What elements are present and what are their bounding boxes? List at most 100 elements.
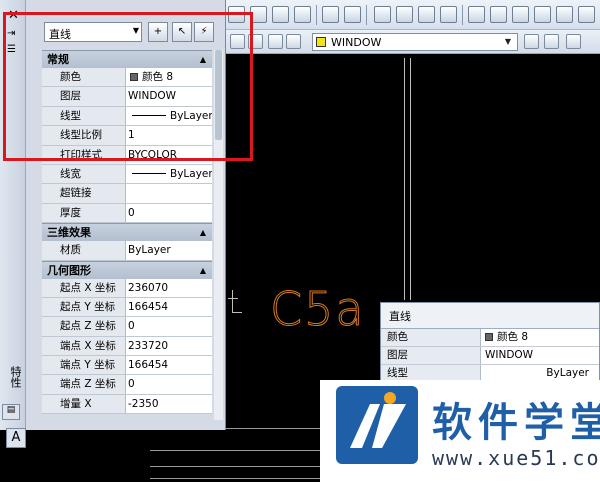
collapse-icon[interactable]: ▲ bbox=[200, 224, 206, 241]
property-value[interactable] bbox=[126, 184, 212, 203]
properties-icon[interactable] bbox=[468, 6, 485, 23]
sun-freeze-icon[interactable] bbox=[286, 34, 301, 49]
layer-dropdown[interactable]: WINDOW ▼ bbox=[312, 33, 518, 51]
drawing-text-label[interactable]: C5a bbox=[270, 282, 366, 337]
watermark-text: 软件学堂 bbox=[432, 400, 600, 446]
property-row[interactable]: 端点 Z 坐标 0 bbox=[42, 375, 212, 395]
lightbulb-icon[interactable] bbox=[268, 34, 283, 49]
property-row[interactable]: 图层 WINDOW bbox=[42, 87, 212, 107]
zoom-realtime-icon[interactable] bbox=[396, 6, 413, 23]
select-objects-icon[interactable]: ↖ bbox=[172, 22, 192, 42]
property-row[interactable]: 端点 X 坐标 233720 bbox=[42, 336, 212, 357]
layer-previous-icon[interactable] bbox=[544, 34, 559, 49]
property-key: 超链接 bbox=[42, 184, 126, 203]
zoom-window-icon[interactable] bbox=[418, 6, 435, 23]
property-row[interactable]: 增量 X -2350 bbox=[42, 394, 212, 415]
property-key: 线型 bbox=[42, 106, 126, 126]
property-key: 端点 Z 坐标 bbox=[42, 375, 126, 394]
property-value[interactable]: WINDOW bbox=[126, 87, 212, 106]
sheet-set-icon[interactable] bbox=[534, 6, 551, 23]
property-row[interactable]: 颜色 颜色 8 bbox=[42, 68, 212, 88]
property-row[interactable]: 起点 X 坐标 236070 bbox=[42, 278, 212, 298]
palette-scrollbar[interactable] bbox=[214, 50, 223, 420]
property-row[interactable]: 打印样式 BYCOLOR bbox=[42, 145, 212, 165]
property-row[interactable]: 超链接 bbox=[42, 184, 212, 204]
xue51-logo-icon bbox=[336, 386, 418, 464]
chevron-down-icon[interactable]: ▼ bbox=[501, 35, 515, 49]
collapse-icon[interactable]: ▲ bbox=[200, 51, 206, 68]
text-style-icon[interactable]: A bbox=[6, 428, 26, 448]
pan-icon[interactable] bbox=[374, 6, 391, 23]
palette-menu-icon[interactable]: ☰ bbox=[7, 44, 16, 55]
scrollbar-thumb[interactable] bbox=[215, 50, 222, 140]
property-value[interactable]: 1 bbox=[126, 126, 212, 145]
panel-object-type[interactable]: 直线 bbox=[381, 303, 599, 329]
property-value[interactable]: ByLayer bbox=[126, 164, 212, 184]
layer-state-icon[interactable] bbox=[248, 34, 263, 49]
property-key: 颜色 bbox=[42, 68, 126, 87]
chevron-down-icon[interactable]: ▼ bbox=[133, 26, 139, 35]
property-row[interactable]: 起点 Y 坐标 166454 bbox=[42, 297, 212, 318]
property-row[interactable]: 颜色 颜色 8 bbox=[381, 329, 599, 347]
property-value[interactable]: 0 bbox=[126, 203, 212, 223]
property-key: 材质 bbox=[42, 241, 126, 260]
tool-palettes-icon[interactable] bbox=[512, 6, 529, 23]
save-icon[interactable] bbox=[250, 6, 267, 23]
open-icon[interactable] bbox=[228, 6, 245, 23]
property-key: 端点 Y 坐标 bbox=[42, 356, 126, 375]
property-key: 增量 X bbox=[42, 394, 126, 414]
property-value[interactable]: ByLayer bbox=[126, 241, 212, 260]
section-geometry[interactable]: 几何图形 ▲ bbox=[42, 260, 212, 279]
calculator-icon[interactable] bbox=[578, 6, 595, 23]
property-row[interactable]: 线宽 ByLayer bbox=[42, 164, 212, 185]
palette-titlebar[interactable]: ✕ ⇥ ☰ 特性 bbox=[0, 0, 26, 430]
property-value[interactable]: 颜色 8 bbox=[126, 68, 212, 87]
section-general[interactable]: 常规 ▲ bbox=[42, 50, 212, 68]
property-row[interactable]: 厚度 0 bbox=[42, 203, 212, 224]
make-current-layer-icon[interactable] bbox=[524, 34, 539, 49]
current-layer-name: WINDOW bbox=[331, 36, 382, 49]
property-value[interactable]: 233720 bbox=[126, 336, 212, 356]
property-value[interactable]: -2350 bbox=[126, 394, 212, 414]
property-value[interactable]: 236070 bbox=[126, 278, 212, 297]
collapse-icon[interactable]: ▲ bbox=[200, 262, 206, 279]
property-row[interactable]: 端点 Y 坐标 166454 bbox=[42, 356, 212, 376]
markup-icon[interactable] bbox=[556, 6, 573, 23]
property-row[interactable]: 材质 ByLayer bbox=[42, 241, 212, 261]
linetype-sample bbox=[132, 114, 166, 116]
layout-tab-icon[interactable]: ▤ bbox=[2, 404, 20, 420]
property-value[interactable]: 166454 bbox=[126, 356, 212, 375]
property-key: 图层 bbox=[381, 347, 481, 364]
section-3d-visualization[interactable]: 三维效果 ▲ bbox=[42, 223, 212, 242]
property-key: 端点 X 坐标 bbox=[42, 336, 126, 356]
property-row[interactable]: 起点 Z 坐标 0 bbox=[42, 317, 212, 337]
property-row[interactable]: 线型 ByLayer bbox=[42, 106, 212, 127]
property-key: 线型比例 bbox=[42, 126, 126, 145]
object-type-dropdown[interactable]: 直线 ▼ bbox=[44, 22, 142, 42]
property-value[interactable]: ByLayer bbox=[126, 106, 212, 126]
property-value-text: 颜色 8 bbox=[142, 71, 174, 83]
properties-palette: ✕ ⇥ ☰ 特性 直线 ▼ + ↖ ⚡ 常规 ▲ 颜色 颜色 8 图层 WIND… bbox=[0, 0, 226, 430]
zoom-previous-icon[interactable] bbox=[440, 6, 457, 23]
property-value[interactable]: 0 bbox=[126, 317, 212, 336]
preview-icon[interactable] bbox=[294, 6, 311, 23]
redo-icon[interactable] bbox=[344, 6, 361, 23]
section-title: 几何图形 bbox=[47, 263, 91, 277]
design-center-icon[interactable] bbox=[490, 6, 507, 23]
toggle-pickadd-icon[interactable]: + bbox=[148, 22, 168, 42]
property-value[interactable]: 0 bbox=[126, 375, 212, 394]
property-value[interactable]: 166454 bbox=[126, 297, 212, 317]
property-value[interactable]: 颜色 8 bbox=[481, 329, 599, 346]
property-row[interactable]: 线型比例 1 bbox=[42, 126, 212, 146]
quick-select-icon[interactable]: ⚡ bbox=[194, 22, 214, 42]
auto-hide-icon[interactable]: ⇥ bbox=[7, 28, 15, 39]
drawing-line bbox=[228, 298, 238, 299]
close-icon[interactable]: ✕ bbox=[8, 8, 19, 23]
property-row[interactable]: 图层 WINDOW bbox=[381, 347, 599, 365]
property-value[interactable]: BYCOLOR bbox=[126, 145, 212, 164]
layer-manager-icon[interactable] bbox=[230, 34, 245, 49]
plot-icon[interactable] bbox=[272, 6, 289, 23]
layer-walk-icon[interactable] bbox=[566, 34, 581, 49]
property-value[interactable]: WINDOW bbox=[481, 347, 599, 364]
undo-icon[interactable] bbox=[322, 6, 339, 23]
